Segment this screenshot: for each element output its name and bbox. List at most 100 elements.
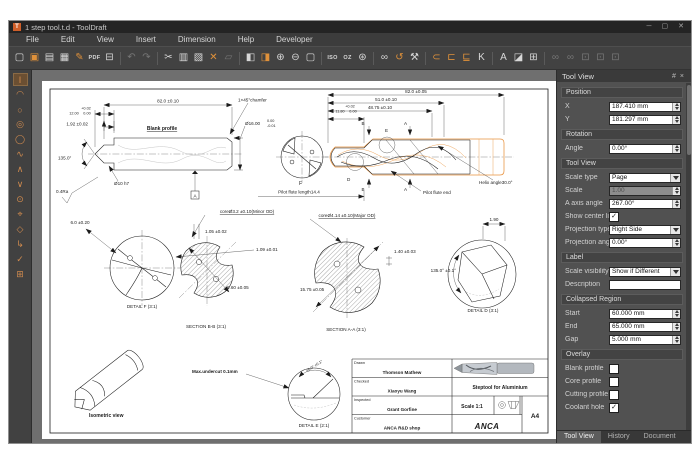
show-center-lines-checkbox[interactable]: ✓ [609,212,619,222]
copy-icon[interactable]: ▥ [176,50,191,66]
fit-page-icon[interactable]: ▢ [303,50,318,66]
scale-spinbox[interactable]: 1.00 [609,186,681,196]
collar-full-icon[interactable]: ⊑ [459,50,474,66]
spinner-arrows-icon[interactable] [672,310,680,318]
panel-scrollbar-thumb[interactable] [687,85,691,155]
menu-help[interactable]: Help [227,35,265,44]
scale-type-dropdown[interactable]: Page [609,173,681,183]
link-right-icon[interactable]: ∞ [563,50,578,66]
minimize-button[interactable]: ─ [644,21,655,33]
angle-spinbox[interactable]: 0.00° [609,144,681,154]
rotate-view-icon[interactable]: ↺ [392,50,407,66]
cutting-profile-checkbox[interactable] [609,390,619,400]
page-previous-icon[interactable]: ◧ [243,50,258,66]
circle-dim-tool-icon[interactable]: ○ [13,103,28,116]
drawing-canvas[interactable]: 82.0 ±0.10 +0.02 12.00 0.00 1.92 ±0.02 B… [42,81,556,439]
ellipse-dim-tool-icon[interactable]: ◯ [13,133,28,146]
link-left-icon[interactable]: ∞ [548,50,563,66]
print-icon[interactable]: ⊟ [102,50,117,66]
blank-profile-checkbox[interactable] [609,364,619,374]
image-tool-icon[interactable]: ◪ [511,50,526,66]
table-tool-icon[interactable]: ⊞ [526,50,541,66]
spinner-arrows-icon[interactable] [672,323,680,331]
check-tool-icon[interactable]: ✓ [13,253,28,266]
delete-icon[interactable]: ✕ [206,50,221,66]
menu-dimension[interactable]: Dimension [167,35,227,44]
align-pages-3-icon[interactable]: ⊡ [608,50,623,66]
open-folder-icon[interactable]: ▤ [42,50,57,66]
region-tool-icon[interactable]: ⊞ [13,268,28,281]
concentric-dim-tool-icon[interactable]: ◎ [13,118,28,131]
chevron-down-icon[interactable] [670,174,680,182]
tab-history[interactable]: History [601,431,637,443]
align-pages-1-icon[interactable]: ⊡ [578,50,593,66]
spinner-arrows-icon[interactable] [672,187,680,195]
diamond-tool-icon[interactable]: ◇ [13,223,28,236]
arc-dim-tool-icon[interactable]: ◠ [13,88,28,101]
scale-visibility-dropdown[interactable]: Show if Different [609,267,681,277]
save-icon[interactable]: ▦ [57,50,72,66]
tab-document[interactable]: Document [637,431,683,443]
a-axis-angle-spinbox[interactable]: 267.00° [609,199,681,209]
description-input[interactable] [609,280,681,290]
zoom-in-icon[interactable]: ⊕ [273,50,288,66]
text-tool-icon[interactable]: A [496,50,511,66]
spinner-arrows-icon[interactable] [672,336,680,344]
coolant-dim-tool-icon[interactable]: I [13,73,28,86]
profile-dim-tool-icon[interactable]: ∿ [13,148,28,161]
menu-edit[interactable]: Edit [50,35,86,44]
new-file-icon[interactable]: ▢ [12,50,27,66]
link-view-icon[interactable]: ∞ [377,50,392,66]
menu-view[interactable]: View [86,35,125,44]
center-mark-tool-icon[interactable]: ⊙ [13,193,28,206]
export-tool-icon[interactable]: ✎ [72,50,87,66]
collar-half-icon[interactable]: ⊏ [444,50,459,66]
chevron-down-icon[interactable] [670,268,680,276]
coolant-hole-checkbox[interactable]: ✓ [609,403,619,413]
oz-view-icon[interactable]: OZ [340,50,355,66]
menu-developer[interactable]: Developer [265,35,323,44]
cut-icon[interactable]: ✂ [161,50,176,66]
chevron-down-icon[interactable] [670,226,680,234]
grind-view-icon[interactable]: ⚒ [407,50,422,66]
maximize-button[interactable]: ▢ [659,21,672,33]
projection-type-dropdown[interactable]: Right Side [609,225,681,235]
target-tool-icon[interactable]: ⌖ [13,208,28,221]
flute-view-icon[interactable]: K [474,50,489,66]
drawing-area[interactable]: 82.0 ±0.10 +0.02 12.00 0.00 1.92 ±0.02 B… [32,70,556,443]
spinner-arrows-icon[interactable] [672,103,680,111]
open-file-icon[interactable]: ▣ [27,50,42,66]
x-spinbox[interactable]: 187.410 mm [609,102,681,112]
crop-icon[interactable]: ▱ [221,50,236,66]
projection-angle-spinbox[interactable]: 0.00° [609,238,681,248]
pin-icon[interactable]: # [670,73,678,80]
tab-tool-view[interactable]: Tool View [557,431,601,443]
end-spinbox[interactable]: 65.000 mm [609,322,681,332]
panel-close-icon[interactable]: × [678,73,686,80]
drawing-page[interactable]: 82.0 ±0.10 +0.02 12.00 0.00 1.92 ±0.02 B… [42,81,556,439]
spinner-arrows-icon[interactable] [672,116,680,124]
zoom-out-icon[interactable]: ⊖ [288,50,303,66]
spinner-arrows-icon[interactable] [672,239,680,247]
page-next-icon[interactable]: ◨ [258,50,273,66]
redo-icon[interactable]: ↷ [139,50,154,66]
spinner-arrows-icon[interactable] [672,145,680,153]
pdf-export-icon[interactable]: PDF [87,50,102,66]
menu-file[interactable]: File [15,35,50,44]
align-pages-2-icon[interactable]: ⊡ [593,50,608,66]
panel-scrollbar[interactable] [686,83,691,430]
gap-spinbox[interactable]: 5.000 mm [609,335,681,345]
undo-icon[interactable]: ↶ [124,50,139,66]
close-button[interactable]: ✕ [675,21,687,33]
start-spinbox[interactable]: 60.000 mm [609,309,681,319]
paste-icon[interactable]: ▧ [191,50,206,66]
angle-down-tool-icon[interactable]: ∨ [13,178,28,191]
menu-insert[interactable]: Insert [125,35,167,44]
spinner-arrows-icon[interactable] [672,200,680,208]
leader-tool-icon[interactable]: ↳ [13,238,28,251]
wheel-view-icon[interactable]: ⊛ [355,50,370,66]
core-profile-checkbox[interactable] [609,377,619,387]
y-spinbox[interactable]: 181.297 mm [609,115,681,125]
iso-view-icon[interactable]: ISO [325,50,340,66]
angle-up-tool-icon[interactable]: ∧ [13,163,28,176]
